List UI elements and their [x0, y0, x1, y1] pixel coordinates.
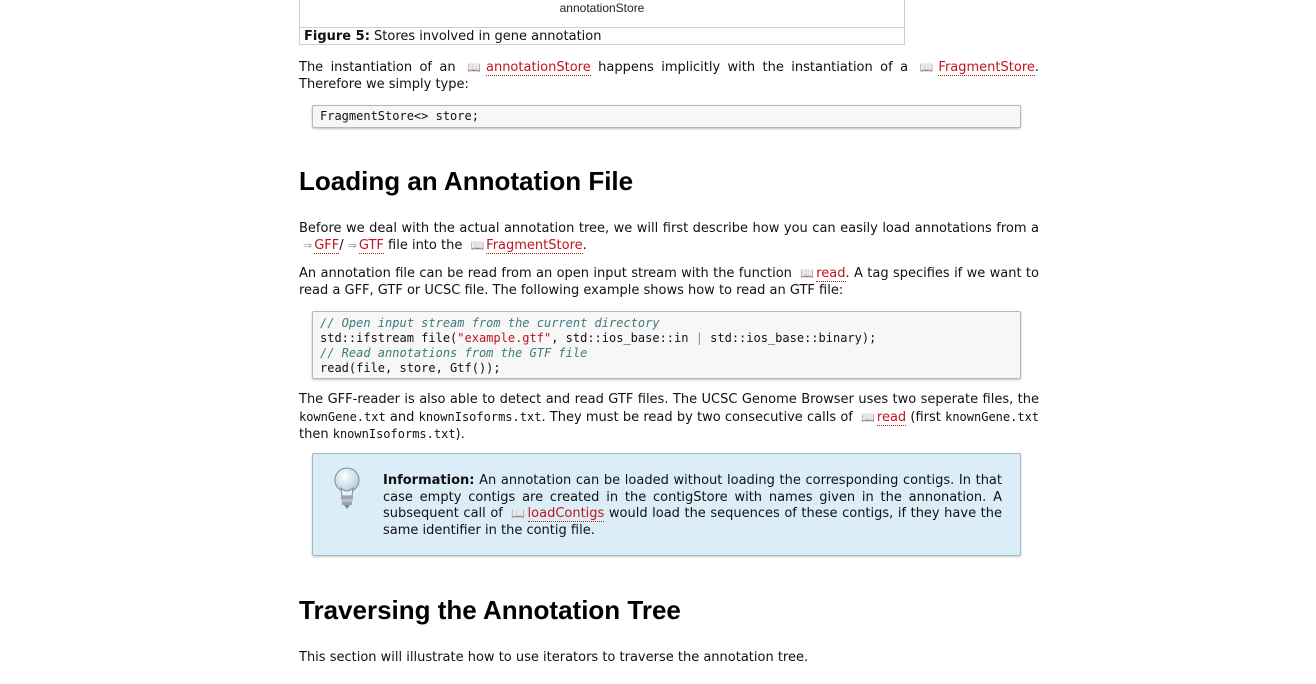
link-loadcontigs[interactable]: loadContigs	[527, 506, 605, 522]
arrow-link-icon: ⇒	[347, 238, 357, 252]
information-box: Information: An annotation can be loaded…	[312, 453, 1021, 556]
text: and	[385, 409, 419, 425]
link-fragmentstore[interactable]: FragmentStore	[486, 237, 583, 254]
information-label: Information:	[383, 473, 475, 488]
text: The instantiation of an	[299, 60, 464, 75]
inline-code: knownGene.txt	[945, 409, 1040, 424]
text: file into the	[383, 237, 467, 253]
lightbulb-icon	[334, 467, 360, 509]
code-text: std::ifstream file(	[320, 331, 458, 345]
loading-paragraph-2: An annotation file can be read from an o…	[299, 266, 1039, 299]
code-comment: // Read annotations from the GTF file	[320, 346, 588, 360]
figure-caption-label: Figure 5:	[304, 29, 370, 44]
inline-code: knownIsoforms.txt	[332, 427, 456, 441]
text: happens implicitly with the instantiatio…	[590, 60, 916, 75]
text: ).	[455, 427, 465, 442]
code-block-read-gtf: // Open input stream from the current di…	[312, 311, 1021, 379]
link-read[interactable]: read	[816, 266, 846, 282]
text: The GFF-reader is also able to detect an…	[299, 392, 1039, 407]
text: . They must be read by two consecutive c…	[541, 409, 858, 425]
traversing-paragraph-1: This section will illustrate how to use …	[299, 650, 809, 665]
inline-code: kownGene.txt	[299, 409, 386, 424]
heading-traversing-annotation-tree: Traversing the Annotation Tree	[299, 595, 681, 625]
text: /	[339, 237, 344, 253]
book-icon: 📖	[467, 61, 484, 74]
link-annotationstore[interactable]: annotationStore	[485, 60, 591, 76]
figure-caption-text: Stores involved in gene annotation	[374, 29, 602, 44]
book-icon: 📖	[511, 507, 526, 520]
figure: annotationStore Figure 5: Stores involve…	[299, 0, 905, 45]
text: .	[582, 237, 587, 253]
link-read[interactable]: read	[876, 409, 907, 426]
link-fragmentstore[interactable]: FragmentStore	[938, 60, 1035, 76]
code-text: , std::ios_base::in	[551, 331, 696, 345]
book-icon: 📖	[470, 238, 485, 252]
loading-paragraph-3: The GFF-reader is also able to detect an…	[299, 392, 1039, 444]
figure-caption: Figure 5: Stores involved in gene annota…	[304, 28, 601, 45]
text: then	[299, 427, 333, 442]
code-text: read(file, store, Gtf());	[320, 361, 501, 375]
link-gff[interactable]: GFF	[314, 237, 340, 254]
information-text: Information: An annotation can be loaded…	[383, 473, 1002, 539]
loading-paragraph-1: Before we deal with the actual annotatio…	[299, 221, 1039, 254]
code-string: "example.gtf"	[457, 331, 552, 345]
text: Before we deal with the actual annotatio…	[299, 221, 1039, 236]
link-gtf[interactable]: GTF	[358, 237, 384, 254]
figure-store-label: annotationStore	[300, 0, 904, 28]
intro-paragraph: The instantiation of an 📖 annotationStore…	[299, 60, 1039, 93]
code-line: FragmentStore<> store;	[320, 109, 479, 123]
text: An annotation file can be read from an o…	[299, 266, 797, 281]
book-icon: 📖	[861, 410, 875, 424]
heading-loading-annotation-file: Loading an Annotation File	[299, 166, 634, 196]
code-comment: // Open input stream from the current di…	[320, 316, 660, 330]
code-operator: |	[695, 331, 703, 345]
text: (first	[906, 409, 946, 425]
arrow-link-icon: ⇒	[303, 238, 313, 252]
book-icon: 📖	[800, 267, 815, 280]
inline-code: knownIsoforms.txt	[418, 409, 542, 424]
code-text: std::ios_base::binary);	[702, 331, 877, 345]
code-block-fragmentstore: FragmentStore<> store;	[312, 105, 1021, 128]
book-icon: 📖	[919, 61, 937, 74]
